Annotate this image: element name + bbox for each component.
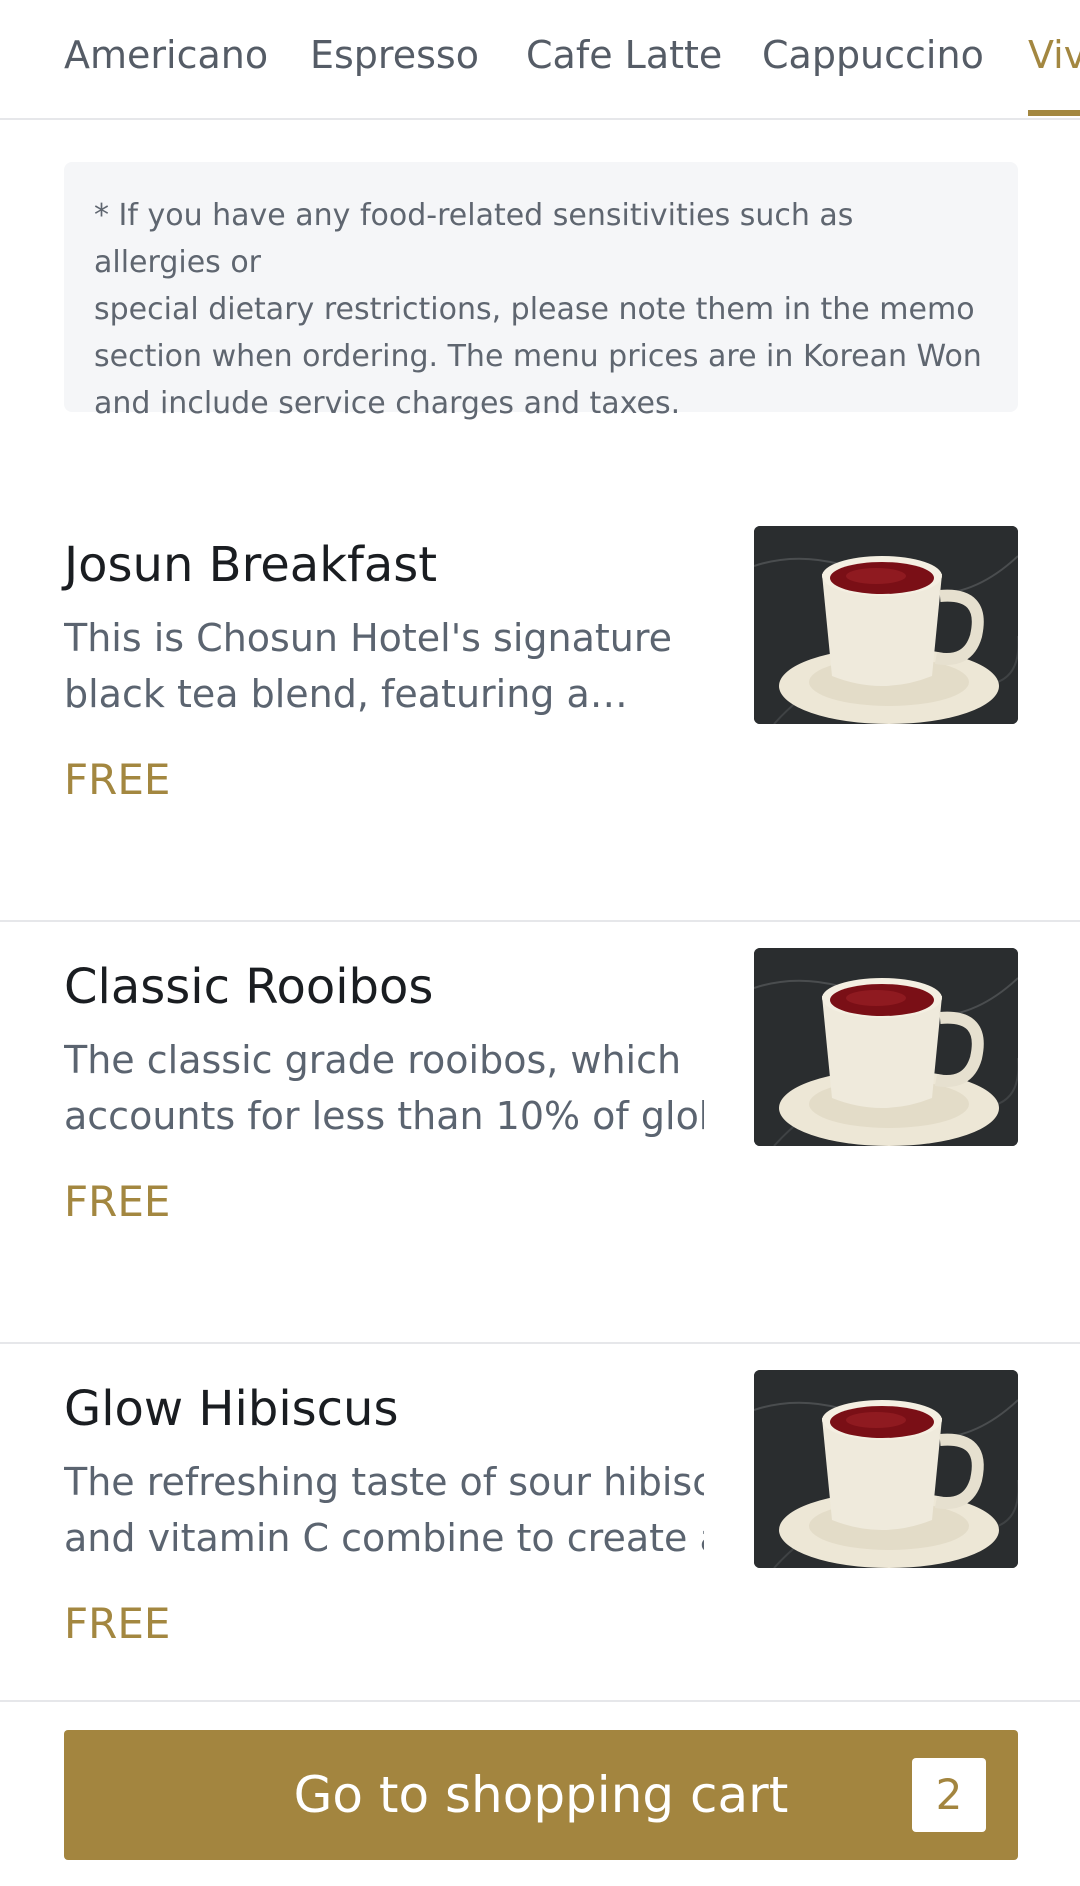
menu-item-description: The classic grade rooibos, which account… [64, 1032, 704, 1144]
cart-count-badge: 2 [912, 1758, 986, 1832]
category-tabs: Americano Espresso Cafe Latte Cappuccino… [0, 0, 1080, 120]
description-line: black tea blend, featuring a… [64, 672, 628, 716]
cart-button-label: Go to shopping cart [293, 1766, 789, 1824]
menu-item-name: Glow Hibiscus [64, 1381, 399, 1437]
tab-viv[interactable]: Viv [1028, 0, 1080, 116]
tab-label: Viv [1028, 33, 1080, 77]
menu-item-description: This is Chosun Hotel's signature black t… [64, 610, 704, 722]
tab-cafe-latte[interactable]: Cafe Latte [526, 0, 722, 116]
tab-label: Espresso [310, 33, 479, 77]
menu-item-price: FREE [64, 1599, 171, 1648]
notice-line: and include service charges and taxes. [94, 386, 681, 421]
menu-item-name: Classic Rooibos [64, 959, 434, 1015]
notice-line: section when ordering. The menu prices a… [94, 339, 982, 374]
notice-line: special dietary restrictions, please not… [94, 292, 975, 327]
tab-label: Americano [64, 33, 269, 77]
menu-item-glow-hibiscus[interactable]: Glow Hibiscus The refreshing taste of so… [0, 1344, 1080, 1702]
menu-item-classic-rooibos[interactable]: Classic Rooibos The classic grade rooibo… [0, 922, 1080, 1344]
tea-cup-image [754, 526, 1018, 724]
tea-cup-image [754, 948, 1018, 1146]
tab-label: Cappuccino [762, 33, 984, 77]
description-line: and vitamin C combine to create a… [64, 1516, 704, 1560]
menu-item-name: Josun Breakfast [64, 537, 438, 593]
description-line: This is Chosun Hotel's signature [64, 616, 673, 660]
tab-label: Cafe Latte [526, 33, 723, 77]
description-line: The classic grade rooibos, which [64, 1038, 682, 1082]
go-to-cart-button[interactable]: Go to shopping cart 2 [64, 1730, 1018, 1860]
description-line: The refreshing taste of sour hibiscus [64, 1460, 704, 1504]
active-tab-indicator [1028, 110, 1080, 116]
description-line: accounts for less than 10% of glob… [64, 1094, 704, 1138]
notice-line: * If you have any food-related sensitivi… [94, 198, 854, 280]
menu-item-josun-breakfast[interactable]: Josun Breakfast This is Chosun Hotel's s… [0, 500, 1080, 922]
tab-americano[interactable]: Americano [64, 0, 268, 116]
tab-espresso[interactable]: Espresso [310, 0, 479, 116]
menu-item-description: The refreshing taste of sour hibiscus an… [64, 1454, 704, 1566]
menu-item-price: FREE [64, 1177, 171, 1226]
menu-item-price: FREE [64, 755, 171, 804]
tab-cappuccino[interactable]: Cappuccino [762, 0, 984, 116]
allergy-notice: * If you have any food-related sensitivi… [64, 162, 1018, 421]
tea-cup-image [754, 1370, 1018, 1568]
